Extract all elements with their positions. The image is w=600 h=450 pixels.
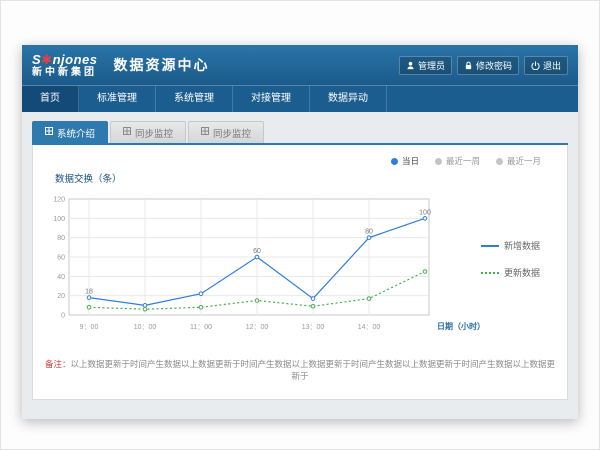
tab-label: 同步监控 — [135, 126, 173, 140]
series-label: 更新数据 — [504, 266, 540, 279]
nav-item-1[interactable]: 首页 — [22, 86, 79, 112]
user-icon — [406, 61, 415, 70]
svg-text:60: 60 — [57, 255, 65, 262]
grid-icon — [45, 127, 53, 138]
tab-3[interactable]: 同步监控 — [188, 121, 264, 143]
series-line-sample-icon — [481, 245, 499, 247]
admin-user-label: 管理员 — [418, 59, 445, 72]
power-icon — [531, 61, 540, 70]
legend-dot-icon — [391, 158, 398, 165]
logout-label: 退出 — [543, 59, 561, 72]
nav-item-4[interactable]: 对接管理 — [233, 86, 310, 112]
svg-text:40: 40 — [57, 274, 65, 281]
change-password-label: 修改密码 — [476, 59, 512, 72]
tab-1[interactable]: 系统介绍 — [32, 121, 108, 143]
y-axis-title: 数据交换（条） — [55, 171, 559, 185]
series-legend-item-1[interactable]: 新增数据 — [481, 239, 551, 252]
grid-icon — [201, 127, 209, 138]
range-legend-item-3[interactable]: 最近一月 — [496, 155, 541, 167]
grid-icon — [123, 127, 131, 138]
tab-bar: 系统介绍 同步监控 同步监控 — [32, 122, 568, 143]
logo-mark-icon: ✱ — [41, 52, 52, 67]
logo-wordmark: S✱njones — [32, 53, 97, 66]
svg-text:13：00: 13：00 — [302, 324, 325, 331]
legend-dot-icon — [496, 158, 503, 165]
svg-text:10：00: 10：00 — [134, 324, 157, 331]
legend-label: 最近一月 — [507, 155, 541, 167]
svg-text:12：00: 12：00 — [246, 324, 269, 331]
admin-user-button[interactable]: 管理员 — [399, 56, 452, 75]
nav-item-3[interactable]: 系统管理 — [156, 86, 233, 112]
series-line-sample-icon — [481, 272, 499, 274]
series-legend-item-2[interactable]: 更新数据 — [481, 266, 551, 279]
line-chart: 0 20 40 60 80 100 120 9：00 10：00 11：00 12：00 13：00 1… — [41, 187, 481, 342]
main-nav: 首页标准管理系统管理对接管理数据异动 — [22, 85, 578, 112]
logo-subtitle: 新中新集团 — [32, 68, 97, 78]
series-label: 新增数据 — [504, 239, 540, 252]
app-window: S✱njones 新中新集团 数据资源中心 管理员 修改密码 退出 — [22, 45, 578, 419]
svg-text:100: 100 — [419, 209, 431, 216]
content-area: 系统介绍 同步监控 同步监控 当日 最近一周 最近一月 数据交换（条） 0 20 40 60 8… — [22, 112, 578, 400]
svg-text:0: 0 — [61, 313, 65, 320]
svg-text:9：00: 9：00 — [80, 324, 99, 331]
svg-text:11：00: 11：00 — [190, 324, 212, 331]
series-legend: 新增数据更新数据 — [481, 187, 551, 342]
logo: S✱njones 新中新集团 — [32, 53, 97, 78]
tab-label: 系统介绍 — [57, 126, 95, 140]
svg-text:80: 80 — [57, 235, 65, 242]
page-title: 数据资源中心 — [113, 55, 209, 75]
tab-2[interactable]: 同步监控 — [110, 121, 186, 143]
logout-button[interactable]: 退出 — [524, 56, 568, 75]
svg-text:60: 60 — [253, 248, 261, 255]
svg-text:18: 18 — [85, 289, 93, 296]
app-header: S✱njones 新中新集团 数据资源中心 管理员 修改密码 退出 — [22, 45, 578, 85]
nav-item-5[interactable]: 数据异动 — [310, 86, 387, 112]
svg-text:20: 20 — [57, 293, 65, 300]
note-prefix: 备注： — [45, 359, 71, 369]
change-password-button[interactable]: 修改密码 — [457, 56, 519, 75]
header-actions: 管理员 修改密码 退出 — [399, 56, 568, 75]
note: 备注：以上数据更新于时间产生数据以上数据更新于时间产生数据以上数据更新于时间产生… — [41, 358, 559, 382]
svg-text:日期（小时）: 日期（小时） — [437, 321, 485, 331]
svg-text:80: 80 — [365, 229, 373, 236]
tab-label: 同步监控 — [213, 126, 251, 140]
chart-card: 当日 最近一周 最近一月 数据交换（条） 0 20 40 60 80 100 120 9：00 10… — [32, 145, 568, 400]
range-legend-item-1[interactable]: 当日 — [391, 155, 419, 167]
chart-row: 0 20 40 60 80 100 120 9：00 10：00 11：00 12：00 13：00 1… — [41, 187, 559, 342]
svg-text:100: 100 — [53, 216, 65, 223]
range-legend: 当日 最近一周 最近一月 — [391, 155, 541, 167]
lock-icon — [464, 61, 473, 70]
nav-item-2[interactable]: 标准管理 — [79, 86, 156, 112]
range-legend-item-2[interactable]: 最近一周 — [435, 155, 480, 167]
svg-text:14：00: 14：00 — [358, 324, 381, 331]
legend-dot-icon — [435, 158, 442, 165]
legend-label: 最近一周 — [446, 155, 480, 167]
note-text: 以上数据更新于时间产生数据以上数据更新于时间产生数据以上数据更新于时间产生数据以… — [71, 359, 556, 381]
legend-label: 当日 — [402, 155, 419, 167]
svg-text:120: 120 — [53, 197, 65, 204]
